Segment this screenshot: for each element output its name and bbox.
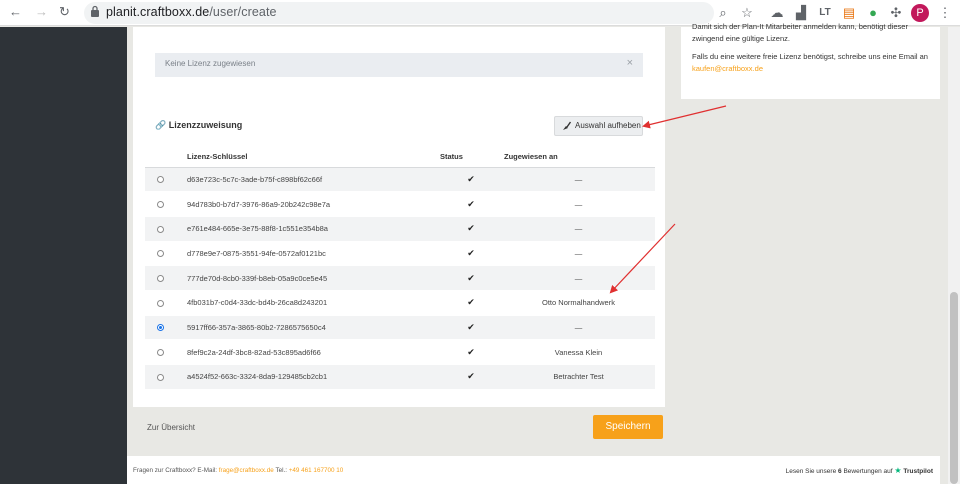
table-header: Lizenz-Schlüssel Status Zugewiesen an	[145, 147, 655, 168]
license-table: Lizenz-Schlüssel Status Zugewiesen an d6…	[145, 147, 655, 390]
footer-contact: Fragen zur Craftboxx? E-Mail: frage@craf…	[133, 467, 344, 474]
brush-icon	[563, 121, 571, 130]
table-row[interactable]: d63e723c-5c7c-3ade-b75f-c898bf62c66f ✔ —	[145, 167, 655, 193]
assigned-to: Vanessa Klein	[502, 339, 655, 365]
check-icon: ✔	[467, 321, 475, 332]
reload-icon[interactable]: ↻	[59, 4, 70, 20]
license-key: 5917ff66-357a-3865-80b2-7286575650c4	[175, 315, 440, 341]
table-row[interactable]: 94d783b0-b7d7-3976-86a9-20b242c98e7a ✔ —	[145, 191, 655, 217]
assigned-to: Betrachter Test	[502, 364, 655, 390]
table-row[interactable]: d778e9e7-0875-3551-94fe-0572af0121bc ✔ —	[145, 241, 655, 267]
license-radio[interactable]	[156, 250, 164, 258]
license-radio[interactable]	[156, 201, 164, 209]
info-card: Damit sich der Plan-It Mitarbeiter anmel…	[681, 22, 940, 99]
save-button[interactable]: Speichern	[593, 415, 663, 439]
back-arrow-icon[interactable]: ←	[9, 4, 22, 19]
menu-kebab-icon[interactable]: ⋮	[936, 4, 954, 22]
table-row[interactable]: a4524f52-663c-3324-8da9-129485cb2cb1 ✔ Bet…	[145, 364, 655, 390]
info-email-link[interactable]: kaufen@craftboxx.de	[692, 64, 763, 73]
check-icon: ✔	[467, 346, 475, 357]
license-key: 777de70d-8cb0-339f-b8eb-05a9c0ce5e45	[175, 265, 440, 291]
assigned-to: —	[502, 265, 655, 291]
check-icon: ✔	[467, 173, 475, 184]
info-text-license: Falls du eine weitere freie Lizenz benöt…	[692, 52, 928, 73]
license-radio[interactable]	[156, 373, 164, 381]
extensions-puzzle-icon[interactable]: ✣	[887, 4, 905, 22]
license-key: 4fb031b7-c0d4-33dc-bd4b-26ca8d243201	[175, 290, 440, 316]
footer-reviews[interactable]: Lesen Sie unsere 6 Bewertungen auf ★ Tru…	[786, 466, 933, 475]
bookmark-star-icon[interactable]: ☆	[738, 4, 756, 22]
license-select-placeholder: Keine Lizenz zugewiesen	[165, 59, 256, 68]
table-row[interactable]: 777de70d-8cb0-339f-b8eb-05a9c0ce5e45 ✔ —	[145, 265, 655, 291]
forward-arrow-icon[interactable]: →	[35, 4, 48, 19]
profile-avatar[interactable]: P	[911, 4, 929, 22]
url-text: planit.craftboxx.de/user/create	[106, 5, 277, 19]
lock-icon	[91, 5, 99, 17]
extension-lt-icon[interactable]: LT	[816, 4, 834, 22]
section-title: 🔗 Lizenzzuweisung	[155, 120, 242, 131]
license-radio[interactable]	[156, 349, 164, 357]
license-radio[interactable]	[156, 299, 164, 307]
check-icon: ✔	[467, 297, 475, 308]
license-key: a4524f52-663c-3324-8da9-129485cb2cb1	[175, 364, 440, 390]
table-row[interactable]: 4fb031b7-c0d4-33dc-bd4b-26ca8d243201 ✔ Ott…	[145, 290, 655, 316]
assigned-to: —	[502, 167, 655, 193]
zoom-icon[interactable]: ⌕	[714, 4, 732, 22]
license-key: d778e9e7-0875-3551-94fe-0572af0121bc	[175, 241, 440, 267]
footer-phone-link[interactable]: +49 461 167700 10	[289, 467, 343, 474]
assigned-to: —	[502, 191, 655, 217]
table-row[interactable]: 5917ff66-357a-3865-80b2-7286575650c4 ✔ —	[145, 315, 655, 341]
table-row[interactable]: 8fef9c2a-24df-3bc8-82ad-53c895ad6f66 ✔ Van…	[145, 339, 655, 365]
table-row[interactable]: e761e484-665e-3e75-88f8-1c551e354b8a ✔ —	[145, 216, 655, 242]
license-key: d63e723c-5c7c-3ade-b75f-c898bf62c66f	[175, 167, 440, 193]
col-status: Status	[440, 147, 502, 168]
clear-selection-button[interactable]: Auswahl aufheben	[554, 116, 643, 136]
assigned-to: —	[502, 241, 655, 267]
check-icon: ✔	[467, 272, 475, 283]
license-card: Keine Lizenz zugewiesen × 🔗 Lizenzzuweis…	[133, 27, 665, 407]
trustpilot-star-icon: ★	[894, 466, 902, 475]
check-icon: ✔	[467, 198, 475, 209]
license-key: 8fef9c2a-24df-3bc8-82ad-53c895ad6f66	[175, 339, 440, 365]
page-scrollbar[interactable]	[948, 27, 960, 484]
check-icon: ✔	[467, 371, 475, 382]
license-radio[interactable]	[156, 225, 164, 233]
assigned-to: —	[502, 315, 655, 341]
extension-cloud-icon[interactable]: ☁	[768, 4, 786, 22]
license-radio[interactable]	[156, 176, 164, 184]
col-key: Lizenz-Schlüssel	[175, 147, 440, 168]
license-radio[interactable]	[156, 275, 164, 283]
app-sidebar	[0, 27, 127, 484]
back-to-overview-link[interactable]: Zur Übersicht	[147, 423, 195, 432]
page-footer: Fragen zur Craftboxx? E-Mail: frage@craf…	[127, 456, 940, 484]
info-text-clipped: Damit sich der Plan-It Mitarbeiter anmel…	[692, 22, 908, 31]
license-radio[interactable]	[156, 324, 164, 332]
extension-color-icon[interactable]: ●	[864, 4, 882, 22]
check-icon: ✔	[467, 223, 475, 234]
link-icon: 🔗	[155, 120, 167, 130]
license-key: e761e484-665e-3e75-88f8-1c551e354b8a	[175, 216, 440, 242]
section-title-text: Lizenzzuweisung	[168, 120, 243, 130]
license-key: 94d783b0-b7d7-3976-86a9-20b242c98e7a	[175, 191, 440, 217]
extension-calendar-icon[interactable]: ▤	[840, 4, 858, 22]
col-assigned: Zugewiesen an	[502, 147, 655, 168]
license-select[interactable]: Keine Lizenz zugewiesen ×	[155, 53, 643, 77]
assigned-to: Otto Normalhandwerk	[502, 290, 655, 316]
assigned-to: —	[502, 216, 655, 242]
scrollbar-thumb[interactable]	[950, 292, 958, 484]
extension-cast-icon[interactable]: ▟	[792, 4, 810, 22]
footer-email-link[interactable]: frage@craftboxx.de	[219, 467, 274, 474]
close-icon[interactable]: ×	[627, 57, 633, 69]
check-icon: ✔	[467, 247, 475, 258]
clear-selection-label: Auswahl aufheben	[575, 121, 641, 130]
